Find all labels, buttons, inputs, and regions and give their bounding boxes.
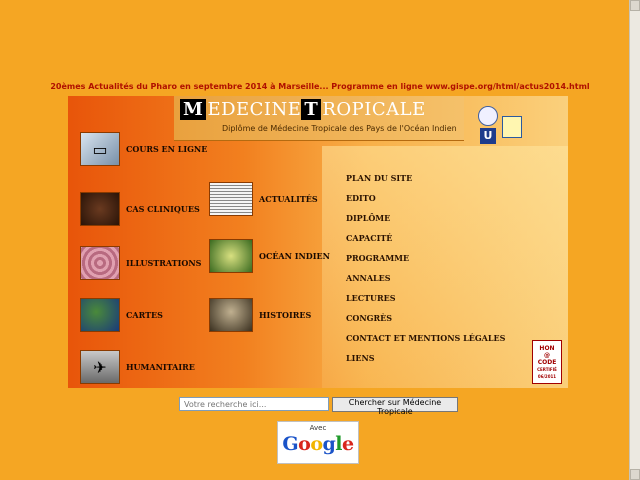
hon-text: @ xyxy=(544,351,550,359)
newspaper-icon xyxy=(209,182,253,216)
hon-code-badge[interactable]: HON @ CODE CERTIFIÉ 06/2011 xyxy=(532,340,562,384)
nav-label: ACTUALITÉS xyxy=(259,194,318,204)
cells-icon xyxy=(80,246,120,280)
nav-cas-cliniques[interactable]: CAS CLINIQUES xyxy=(80,192,200,226)
nav-label: HUMANITAIRE xyxy=(126,362,195,372)
scroll-up-icon[interactable] xyxy=(630,0,640,11)
google-letter: o xyxy=(310,433,323,455)
menu-contact[interactable]: CONTACT ET MENTIONS LÉGALES xyxy=(346,333,505,343)
nav-humanitaire[interactable]: ✈ HUMANITAIRE xyxy=(80,350,195,384)
menu-edito[interactable]: EDITO xyxy=(346,193,376,203)
hon-text: CODE xyxy=(537,358,557,366)
google-logo: Google xyxy=(278,433,358,455)
logo-word-2: ROPICALE xyxy=(322,98,426,120)
menu-lectures[interactable]: LECTURES xyxy=(346,293,396,303)
google-search-badge[interactable]: Avec Google xyxy=(277,421,359,464)
book-logo-icon[interactable] xyxy=(502,116,522,138)
globe-icon xyxy=(80,298,120,332)
menu-liens[interactable]: LIENS xyxy=(346,353,375,363)
nav-label: COURS EN LIGNE xyxy=(126,144,208,154)
menu-capacite[interactable]: CAPACITÉ xyxy=(346,233,392,243)
google-letter: o xyxy=(298,433,311,455)
search-input[interactable] xyxy=(179,397,329,411)
nav-illustrations[interactable]: ILLUSTRATIONS xyxy=(80,246,201,280)
site-header: M EDECINE T ROPICALE Diplôme de Médecine… xyxy=(174,96,464,140)
news-banner[interactable]: 20èmes Actualités du Pharo en septembre … xyxy=(0,82,640,91)
hon-text: CERTIFIÉ xyxy=(537,366,557,372)
vertical-scrollbar[interactable] xyxy=(629,0,640,480)
google-letter: l xyxy=(335,433,343,455)
nav-label: HISTOIRES xyxy=(259,310,312,320)
menu-congres[interactable]: CONGRÈS xyxy=(346,313,392,323)
menu-plan-du-site[interactable]: PLAN DU SITE xyxy=(346,173,412,183)
menu-programme[interactable]: PROGRAMME xyxy=(346,253,409,263)
site-logo-title[interactable]: M EDECINE T ROPICALE xyxy=(180,98,426,120)
hon-text: HON xyxy=(539,344,555,352)
plane-icon: ✈ xyxy=(80,350,120,384)
site-subtitle: Diplôme de Médecine Tropicale des Pays d… xyxy=(222,124,457,133)
nav-ocean-indien[interactable]: OCÉAN INDIEN xyxy=(209,239,330,273)
main-panel: M EDECINE T ROPICALE Diplôme de Médecine… xyxy=(68,96,568,388)
logo-letter-m: M xyxy=(180,98,207,120)
nav-actualites[interactable]: ACTUALITÉS xyxy=(209,182,318,216)
logo-word-1: EDECINE xyxy=(207,98,302,120)
nav-cartes[interactable]: CARTES xyxy=(80,298,163,332)
google-letter: G xyxy=(282,433,299,455)
google-letter: g xyxy=(322,433,336,455)
search-button[interactable]: Chercher sur Médecine Tropicale xyxy=(332,397,458,416)
child-icon xyxy=(80,192,120,226)
google-avec-label: Avec xyxy=(309,424,327,432)
computer-icon: ▭ xyxy=(80,132,120,166)
nav-histoires[interactable]: HISTOIRES xyxy=(209,298,311,332)
nav-label: CARTES xyxy=(126,310,163,320)
university-logo-icon[interactable]: U xyxy=(480,128,496,144)
portrait-icon xyxy=(209,298,253,332)
nav-cours-en-ligne[interactable]: ▭ COURS EN LIGNE xyxy=(80,132,207,166)
google-letter: e xyxy=(342,433,354,455)
nav-label: CAS CLINIQUES xyxy=(126,204,200,214)
logo-letter-t: T xyxy=(301,98,322,120)
nav-label: ILLUSTRATIONS xyxy=(126,258,202,268)
hon-text: 06/2011 xyxy=(537,373,557,379)
plant-icon xyxy=(209,239,253,273)
nav-label: OCÉAN INDIEN xyxy=(259,251,330,261)
partner-badges: U xyxy=(474,102,530,146)
emblem-icon[interactable] xyxy=(478,106,498,126)
scroll-down-icon[interactable] xyxy=(630,469,640,480)
menu-diplome[interactable]: DIPLÔME xyxy=(346,213,390,223)
menu-annales[interactable]: ANNALES xyxy=(346,273,391,283)
